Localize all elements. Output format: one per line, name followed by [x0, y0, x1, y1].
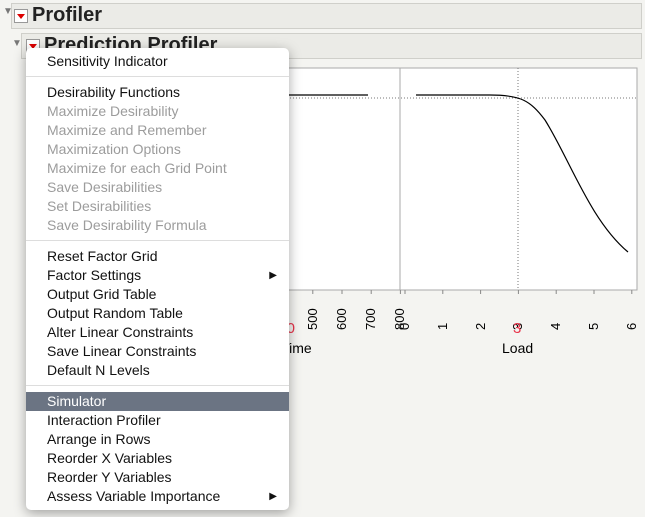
- menu-item-output-grid-table[interactable]: Output Grid Table: [26, 285, 289, 304]
- axis-tick-label: 600: [334, 308, 349, 330]
- menu-item-set-desirabilities: Set Desirabilities: [26, 197, 289, 216]
- menu-item-sensitivity-indicator[interactable]: Sensitivity Indicator: [26, 52, 289, 71]
- submenu-arrow-icon: ▶: [269, 270, 277, 281]
- menu-item-label: Output Grid Table: [47, 286, 157, 302]
- menu-item-label: Maximization Options: [47, 141, 181, 157]
- menu-item-label: Maximize for each Grid Point: [47, 160, 227, 176]
- menu-item-label: Sensitivity Indicator: [47, 53, 168, 69]
- axis-tick-label: 6: [623, 322, 639, 330]
- menu-item-alter-linear-constraints[interactable]: Alter Linear Constraints: [26, 323, 289, 342]
- menu-item-save-desirability-formula: Save Desirability Formula: [26, 216, 289, 235]
- menu-item-label: Save Linear Constraints: [47, 343, 197, 359]
- menu-item-label: Factor Settings: [47, 267, 142, 283]
- menu-item-maximize-for-each-grid-point: Maximize for each Grid Point: [26, 159, 289, 178]
- axis-tick-label: 1: [434, 322, 450, 330]
- menu-item-label: Reorder Y Variables: [47, 469, 172, 485]
- menu-item-label: Desirability Functions: [47, 84, 181, 100]
- menu-separator: [26, 76, 289, 77]
- axis-tick-label: 0: [397, 322, 412, 330]
- menu-separator: [26, 240, 289, 241]
- axis-tick-label: 700: [363, 308, 379, 330]
- menu-item-arrange-in-rows[interactable]: Arrange in Rows: [26, 430, 289, 449]
- menu-separator: [26, 385, 289, 386]
- axis-tick-label: 5: [586, 322, 601, 330]
- menu-item-label: Save Desirabilities: [47, 179, 163, 195]
- menu-item-label: Reorder X Variables: [47, 450, 173, 466]
- menu-item-label: Alter Linear Constraints: [47, 324, 194, 340]
- menu-item-simulator[interactable]: Simulator: [26, 392, 289, 411]
- menu-item-label: Output Random Table: [47, 305, 183, 321]
- menu-item-label: Save Desirability Formula: [47, 217, 207, 233]
- axis-tick-label: 4: [548, 322, 564, 330]
- menu-item-output-random-table[interactable]: Output Random Table: [26, 304, 289, 323]
- menu-item-label: Maximize Desirability: [47, 103, 179, 119]
- axis-tick-label: 500: [304, 308, 320, 330]
- menu-item-label: Arrange in Rows: [47, 431, 151, 447]
- submenu-arrow-icon: ▶: [269, 491, 277, 502]
- menu-item-desirability-functions[interactable]: Desirability Functions: [26, 83, 289, 102]
- menu-item-reorder-x-variables[interactable]: Reorder X Variables: [26, 449, 289, 468]
- menu-item-reset-factor-grid[interactable]: Reset Factor Grid: [26, 247, 289, 266]
- menu-item-save-linear-constraints[interactable]: Save Linear Constraints: [26, 342, 289, 361]
- menu-item-maximize-desirability: Maximize Desirability: [26, 102, 289, 121]
- menu-item-label: Reset Factor Grid: [47, 248, 158, 264]
- menu-item-label: Simulator: [47, 393, 107, 409]
- menu-item-reorder-y-variables[interactable]: Reorder Y Variables: [26, 468, 289, 487]
- menu-item-maximize-and-remember: Maximize and Remember: [26, 121, 289, 140]
- axis-tick-label: 2: [472, 322, 488, 330]
- menu-item-interaction-profiler[interactable]: Interaction Profiler: [26, 411, 289, 430]
- menu-item-label: Assess Variable Importance: [47, 488, 221, 504]
- menu-item-factor-settings[interactable]: Factor Settings ▶: [26, 266, 289, 285]
- load-factor-label: Load: [502, 340, 534, 356]
- menu-item-label: Maximize and Remember: [47, 122, 207, 138]
- menu-item-label: Default N Levels: [47, 362, 150, 378]
- menu-item-maximization-options: Maximization Options: [26, 140, 289, 159]
- menu-item-label: Interaction Profiler: [47, 412, 161, 428]
- menu-item-assess-variable-importance[interactable]: Assess Variable Importance ▶: [26, 487, 289, 506]
- menu-item-label: Set Desirabilities: [47, 198, 152, 214]
- load-current-value[interactable]: 3: [513, 320, 521, 337]
- red-triangle-context-menu: Sensitivity Indicator Desirability Functi…: [26, 48, 289, 510]
- menu-item-save-desirabilities: Save Desirabilities: [26, 178, 289, 197]
- menu-item-default-n-levels[interactable]: Default N Levels: [26, 361, 289, 380]
